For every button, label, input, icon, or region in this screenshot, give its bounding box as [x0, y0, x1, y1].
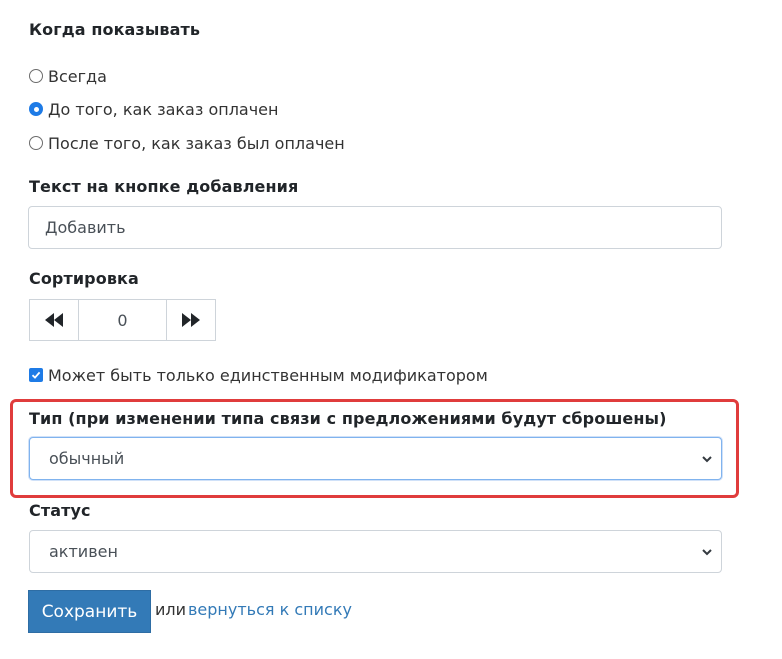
sorting-value-input[interactable]: 0 [79, 300, 166, 340]
save-button[interactable]: Сохранить [28, 590, 151, 633]
sorting-label: Сортировка [29, 269, 139, 288]
status-selected-value: активен [49, 542, 118, 561]
back-to-list-link[interactable]: вернуться к списку [188, 600, 352, 619]
radio-always-button[interactable] [29, 69, 43, 83]
sorting-value: 0 [117, 310, 128, 330]
status-select[interactable]: активен [29, 530, 722, 573]
type-select[interactable]: обычный [29, 437, 722, 480]
single-modifier-checkbox[interactable] [29, 368, 43, 382]
radio-before-paid-button[interactable] [29, 102, 43, 116]
sorting-stepper: 0 [29, 299, 216, 341]
radio-before-paid[interactable]: До того, как заказ оплачен [29, 97, 278, 121]
status-label: Статус [29, 501, 91, 520]
single-modifier-label: Может быть только единственным модификат… [48, 365, 488, 385]
chevron-down-icon [702, 548, 712, 555]
radio-always[interactable]: Всегда [29, 64, 107, 88]
check-icon [31, 371, 41, 379]
radio-after-paid-button[interactable] [29, 136, 43, 150]
show-when-label: Когда показывать [29, 20, 201, 39]
sorting-increment-button[interactable] [166, 300, 215, 340]
radio-before-paid-label: До того, как заказ оплачен [48, 99, 279, 119]
fast-backward-icon [45, 313, 63, 327]
type-selected-value: обычный [49, 449, 125, 468]
add-button-text-value: Добавить [45, 218, 126, 237]
fast-forward-icon [182, 313, 200, 327]
type-label: Тип (при изменении типа связи с предложе… [29, 409, 667, 428]
sorting-decrement-button[interactable] [30, 300, 79, 340]
add-button-text-label: Текст на кнопке добавления [29, 177, 299, 196]
chevron-down-icon [702, 455, 712, 462]
radio-after-paid-label: После того, как заказ был оплачен [48, 133, 345, 153]
add-button-text-input[interactable]: Добавить [28, 206, 722, 249]
or-text: или [155, 600, 187, 619]
radio-always-label: Всегда [48, 66, 107, 86]
single-modifier-checkbox-row[interactable]: Может быть только единственным модификат… [29, 363, 488, 387]
radio-after-paid[interactable]: После того, как заказ был оплачен [29, 131, 345, 155]
